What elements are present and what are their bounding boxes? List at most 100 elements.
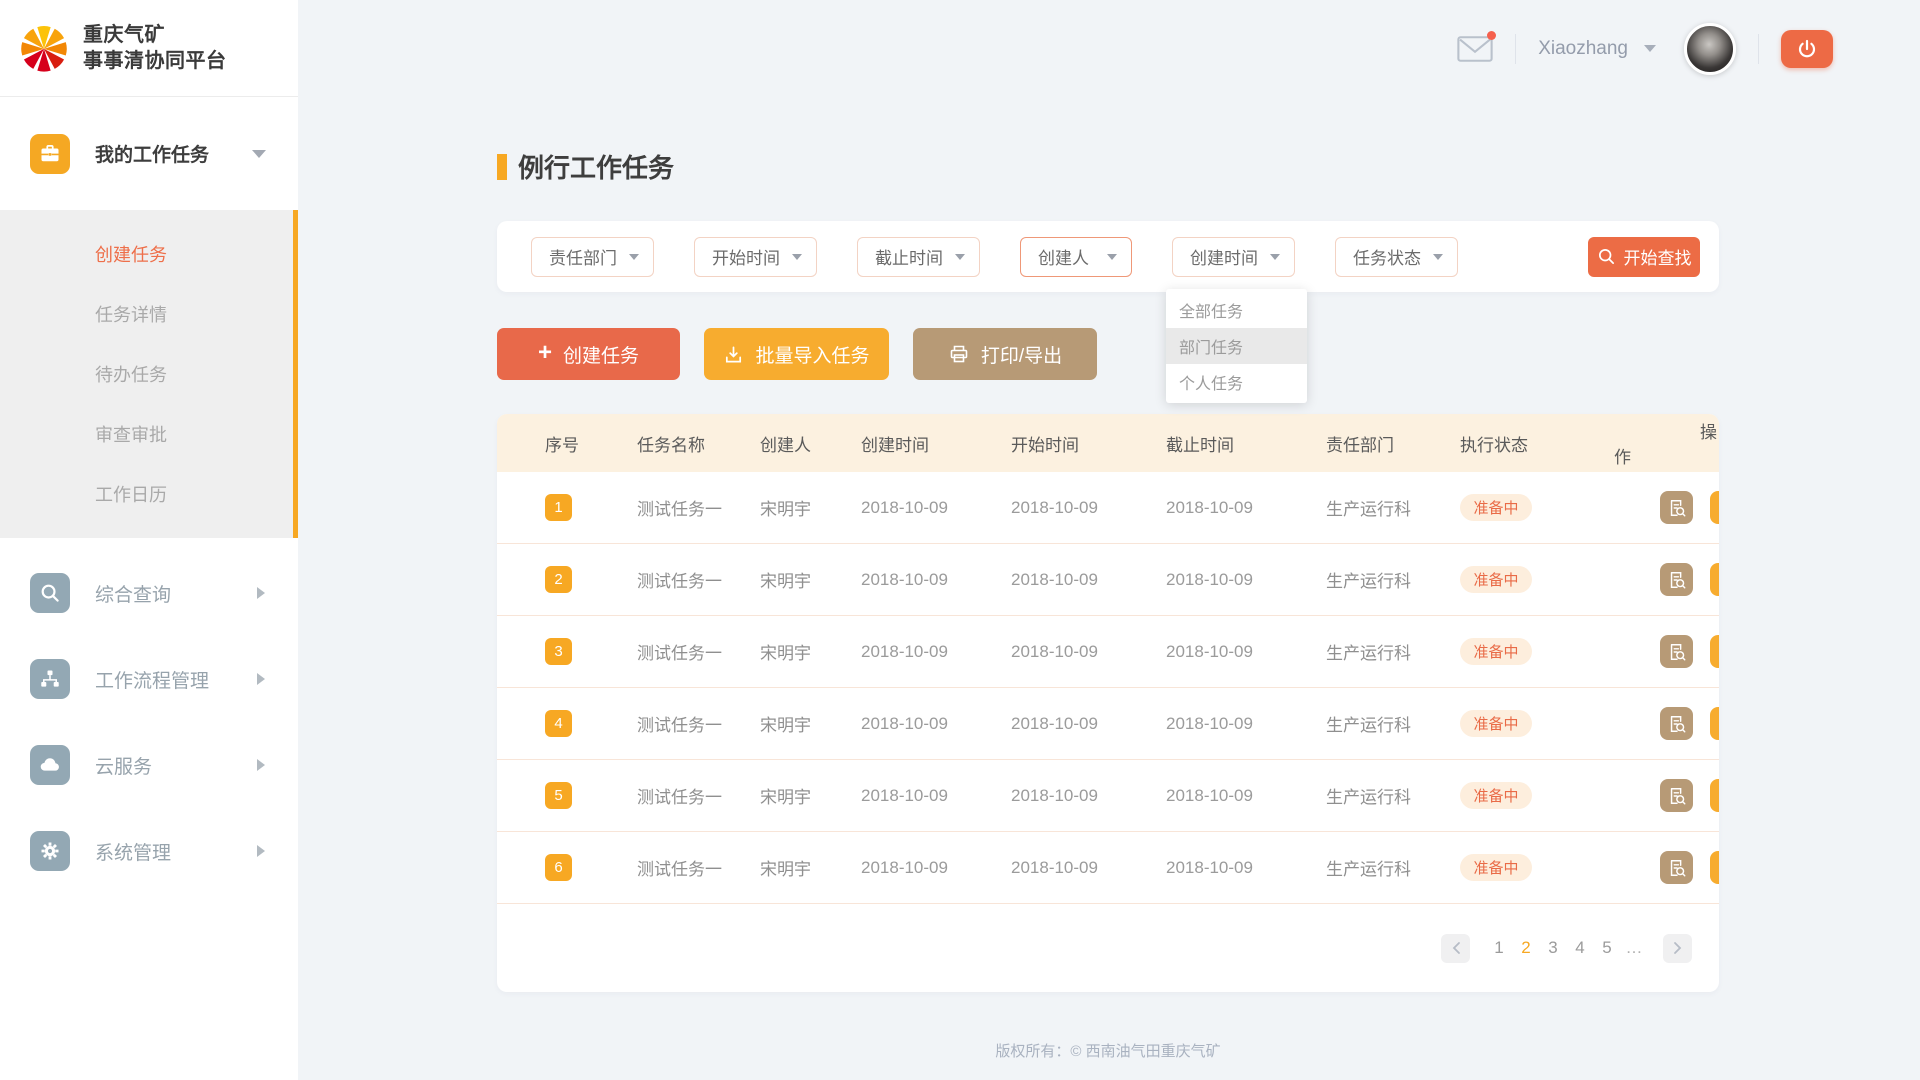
view-task-button[interactable] [1660,491,1693,524]
filter-dropdown[interactable]: 开始时间 [694,237,817,277]
document-search-icon [1667,858,1687,878]
print-export-button[interactable]: 打印/导出 [913,328,1097,380]
task-name: 测试任务一 [637,783,760,808]
page-number[interactable]: 1 [1490,938,1508,958]
view-task-button[interactable] [1660,707,1693,740]
main-content: 例行工作任务 责任部门 开始时间 截止时间 创建人 创建时间 任务状态 开始查找… [298,0,1920,1080]
view-task-button[interactable] [1660,635,1693,668]
col-header-created: 创建时间 [861,431,1011,456]
filter-dropdown[interactable]: 截止时间 [857,237,980,277]
sidebar-item-system[interactable]: 系统管理 [0,808,298,894]
chevron-down-icon [1270,254,1280,260]
filter-dropdown-label: 创建人 [1038,244,1089,269]
filter-dropdown[interactable]: 创建人 [1020,237,1132,277]
table-row: 2 测试任务一 宋明宇 2018-10-09 2018-10-09 2018-1… [497,544,1719,616]
sidebar-submenu-item[interactable]: 任务详情 [0,284,293,344]
pencil-icon [1717,858,1720,878]
page-number[interactable]: … [1625,938,1643,958]
edit-task-button[interactable] [1710,851,1719,884]
document-search-icon [1667,570,1687,590]
edit-task-button[interactable] [1710,491,1719,524]
task-creator: 宋明宇 [760,783,861,808]
dropdown-menu-item[interactable]: 部门任务 [1166,328,1307,364]
sidebar-item-label: 综合查询 [95,580,171,607]
sidebar-section-my-tasks[interactable]: 我的工作任务 [0,97,298,210]
logout-power-button[interactable] [1781,30,1833,68]
divider [1515,34,1516,64]
batch-import-button[interactable]: 批量导入任务 [704,328,889,380]
dropdown-menu-item[interactable]: 个人任务 [1166,364,1307,400]
task-created-date: 2018-10-09 [861,642,1011,662]
sidebar-submenu-item[interactable]: 审查审批 [0,404,293,464]
table-header-row: 序号 任务名称 创建人 创建时间 开始时间 截止时间 责任部门 执行状态 操作 [497,414,1719,472]
create-task-button[interactable]: + 创建任务 [497,328,680,380]
chevron-right-icon [257,759,265,771]
plus-icon: + [538,341,552,365]
sidebar: 重庆气矿 事事清协同平台 我的工作任务 创建任务任务详情待办任务审查审批工作日历… [0,0,298,1080]
task-department: 生产运行科 [1326,783,1460,808]
status-badge: 准备中 [1460,638,1532,665]
copyright-footer: 版权所有：© 西南油气田重庆气矿 [497,1040,1719,1061]
chevron-down-icon [955,254,965,260]
task-creator: 宋明宇 [760,495,861,520]
title-accent-bar [497,154,507,180]
search-button[interactable]: 开始查找 [1588,237,1700,277]
cloud-icon [30,745,70,785]
status-badge: 准备中 [1460,494,1532,521]
task-end-date: 2018-10-09 [1166,498,1326,518]
status-badge: 准备中 [1460,782,1532,809]
printer-icon [948,343,970,365]
edit-task-button[interactable] [1710,779,1719,812]
chevron-down-icon[interactable] [1644,45,1656,52]
task-department: 生产运行科 [1326,711,1460,736]
view-task-button[interactable] [1660,779,1693,812]
view-task-button[interactable] [1660,563,1693,596]
page-number[interactable]: 2 [1517,938,1535,958]
mail-icon[interactable] [1457,35,1493,63]
page-number[interactable]: 4 [1571,938,1589,958]
sidebar-item-query[interactable]: 综合查询 [0,550,298,636]
view-task-button[interactable] [1660,851,1693,884]
filter-dropdown-label: 创建时间 [1190,244,1258,269]
page-number[interactable]: 5 [1598,938,1616,958]
power-icon [1796,38,1818,60]
next-page-button[interactable] [1663,934,1692,963]
filter-dropdown[interactable]: 创建时间 [1172,237,1295,277]
task-created-date: 2018-10-09 [861,498,1011,518]
pencil-icon [1717,642,1720,662]
sidebar-submenu-item[interactable]: 创建任务 [0,224,293,284]
task-department: 生产运行科 [1326,567,1460,592]
topbar: Xiaozhang [298,0,1920,97]
task-creator: 宋明宇 [760,711,861,736]
col-header-dept: 责任部门 [1326,431,1460,456]
avatar[interactable] [1684,23,1736,75]
sidebar-item-workflow[interactable]: 工作流程管理 [0,636,298,722]
row-index-badge: 6 [545,854,572,881]
batch-import-label: 批量导入任务 [755,341,869,368]
sidebar-item-cloud[interactable]: 云服务 [0,722,298,808]
brand-line2: 事事清协同平台 [83,48,227,74]
sidebar-submenu-item[interactable]: 待办任务 [0,344,293,404]
document-search-icon [1667,642,1687,662]
table-row: 6 测试任务一 宋明宇 2018-10-09 2018-10-09 2018-1… [497,832,1719,904]
table-body: 1 测试任务一 宋明宇 2018-10-09 2018-10-09 2018-1… [497,472,1719,904]
divider [1758,34,1759,64]
edit-task-button[interactable] [1710,635,1719,668]
filter-dropdown[interactable]: 任务状态 [1335,237,1458,277]
task-end-date: 2018-10-09 [1166,858,1326,878]
task-name: 测试任务一 [637,567,760,592]
chevron-down-icon [1107,254,1117,260]
page-number[interactable]: 3 [1544,938,1562,958]
dropdown-menu-item[interactable]: 全部任务 [1166,292,1307,328]
sidebar-item-label: 云服务 [95,752,152,779]
sidebar-section-label: 我的工作任务 [95,140,209,167]
sidebar-submenu-item[interactable]: 工作日历 [0,464,293,524]
edit-task-button[interactable] [1710,563,1719,596]
task-start-date: 2018-10-09 [1011,786,1166,806]
filter-dropdown[interactable]: 责任部门 [531,237,654,277]
prev-page-button[interactable] [1441,934,1470,963]
col-header-start: 开始时间 [1011,431,1166,456]
task-start-date: 2018-10-09 [1011,642,1166,662]
username[interactable]: Xiaozhang [1538,38,1628,60]
edit-task-button[interactable] [1710,707,1719,740]
